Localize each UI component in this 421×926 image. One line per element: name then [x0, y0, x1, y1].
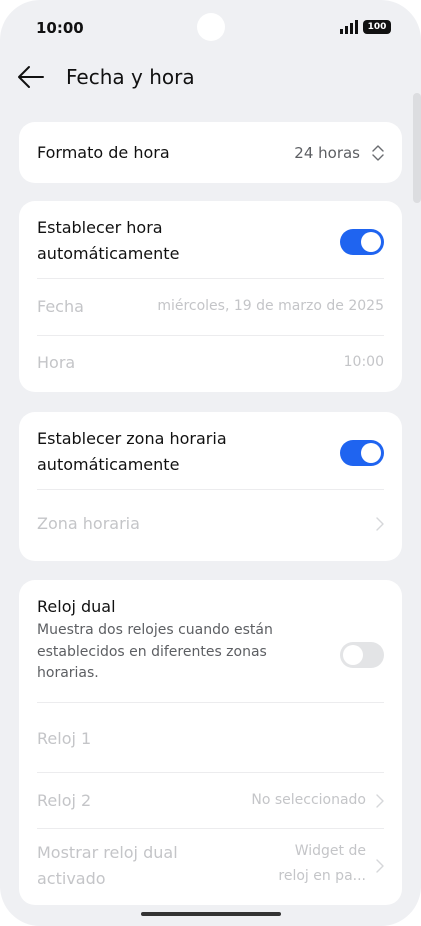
- time-format-value: 24 horas: [294, 144, 360, 162]
- header: Fecha y hora: [0, 56, 421, 100]
- battery-icon: 100: [363, 20, 391, 34]
- divider: [37, 828, 384, 829]
- signal-icon: [340, 20, 358, 34]
- dual-clock-card: Reloj dual Muestra dos relojes cuando es…: [19, 580, 402, 905]
- clock2-row: Reloj 2 No seleccionado: [37, 788, 384, 814]
- time-label: Hora: [37, 353, 76, 372]
- date-row: Fecha miércoles, 19 de marzo de 2025: [37, 294, 384, 320]
- date-value: miércoles, 19 de marzo de 2025: [157, 298, 384, 314]
- dual-clock-row[interactable]: Reloj dual Muestra dos relojes cuando es…: [37, 594, 384, 694]
- camera-cutout: [197, 13, 225, 41]
- scrollbar[interactable]: [413, 93, 421, 203]
- auto-zone-label-line2: automáticamente: [37, 455, 180, 474]
- clock1-row: Reloj 1: [37, 726, 384, 752]
- page-title: Fecha y hora: [66, 65, 195, 89]
- auto-time-card: Establecer hora automáticamente Fecha mi…: [19, 201, 402, 392]
- time-format-card[interactable]: Formato de hora 24 horas: [19, 122, 402, 183]
- back-button[interactable]: [16, 62, 50, 92]
- dual-clock-toggle[interactable]: [340, 642, 384, 668]
- clock2-value: No seleccionado: [251, 792, 366, 808]
- auto-zone-row[interactable]: Establecer zona horaria automáticamente: [37, 426, 384, 480]
- clock1-label: Reloj 1: [37, 729, 92, 748]
- arrow-left-icon: [18, 66, 44, 88]
- auto-zone-toggle[interactable]: [340, 440, 384, 466]
- auto-time-toggle[interactable]: [340, 229, 384, 255]
- toggle-knob: [343, 645, 363, 665]
- divider: [37, 772, 384, 773]
- auto-zone-card: Establecer zona horaria automáticamente …: [19, 412, 402, 561]
- updown-chevron-icon: [372, 145, 384, 161]
- dual-clock-desc-line1: Muestra dos relojes cuando están: [37, 622, 273, 638]
- chevron-right-icon: [376, 517, 384, 531]
- show-dual-row: Mostrar reloj dual activado Widget de re…: [37, 840, 384, 894]
- status-bar: 10:00 100: [0, 0, 421, 56]
- toggle-knob: [361, 443, 381, 463]
- dual-clock-desc-line2: establecidos en diferentes zonas: [37, 643, 267, 660]
- divider: [37, 489, 384, 490]
- dual-clock-label: Reloj dual: [37, 597, 116, 616]
- show-dual-value-line1: Widget de: [294, 843, 366, 859]
- time-format-row[interactable]: Formato de hora 24 horas: [37, 140, 384, 166]
- show-dual-value-line2: reloj en pa...: [278, 868, 366, 884]
- divider: [37, 702, 384, 703]
- phone-screen: 10:00 100 Fecha y hora Formato de hora 2…: [0, 0, 421, 926]
- chevron-right-icon: [376, 859, 384, 873]
- status-time: 10:00: [36, 19, 84, 37]
- auto-zone-label-line1: Establecer zona horaria: [37, 429, 227, 448]
- time-zone-label: Zona horaria: [37, 514, 140, 533]
- divider: [37, 278, 384, 279]
- chevron-right-icon: [376, 794, 384, 808]
- time-value: 10:00: [343, 354, 384, 370]
- time-zone-row: Zona horaria: [37, 511, 384, 537]
- time-row: Hora 10:00: [37, 350, 384, 376]
- auto-time-label-line1: Establecer hora: [37, 218, 163, 237]
- auto-time-label-line2: automáticamente: [37, 244, 180, 263]
- toggle-knob: [361, 232, 381, 252]
- auto-time-row[interactable]: Establecer hora automáticamente: [37, 215, 384, 269]
- home-indicator[interactable]: [141, 912, 281, 916]
- divider: [37, 335, 384, 336]
- dual-clock-desc-line3: horarias.: [37, 665, 99, 681]
